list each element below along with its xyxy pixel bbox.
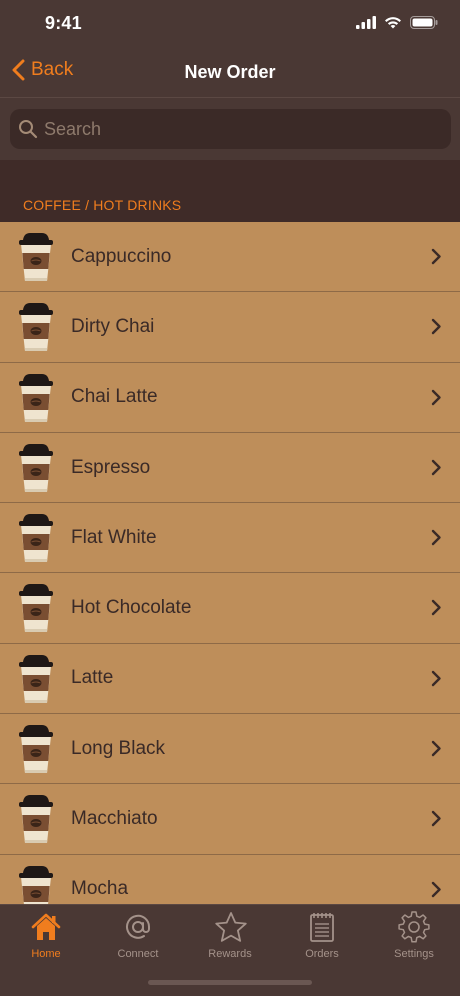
chevron-right-icon	[431, 389, 441, 405]
chevron-right-icon	[431, 248, 441, 265]
battery-icon	[410, 16, 438, 29]
home-indicator	[148, 980, 312, 985]
coffee-cup-icon	[19, 865, 53, 904]
search-container	[0, 99, 460, 160]
tab-home[interactable]: Home	[0, 909, 92, 967]
chevron-right-icon	[431, 740, 441, 757]
list-item-label: Dirty Chai	[71, 315, 155, 337]
coffee-cup-icon	[19, 795, 53, 844]
list-item[interactable]: Cappuccino	[0, 222, 460, 293]
coffee-cup-icon	[19, 233, 53, 281]
list-item-label: Espresso	[71, 456, 151, 478]
tab-settings-label: Settings	[394, 948, 434, 960]
tab-orders[interactable]: Orders	[276, 909, 368, 967]
list-item[interactable]: Espresso	[0, 433, 460, 504]
tab-rewards[interactable]: Rewards	[184, 909, 276, 967]
tab-connect-label: Connect	[117, 948, 159, 960]
list-item[interactable]: Chai Latte	[0, 363, 460, 433]
coffee-cup-icon	[19, 303, 53, 352]
chevron-right-icon	[431, 600, 441, 616]
section-header: COFFEE / HOT DRINKS	[0, 160, 460, 222]
tab-connect[interactable]: Connect	[92, 909, 184, 967]
list-item-label: Macchiato	[71, 808, 158, 830]
status-bar: 9:41	[0, 0, 460, 48]
list-item-label: Chai Latte	[71, 386, 158, 408]
wifi-icon	[385, 17, 401, 29]
tab-rewards-label: Rewards	[208, 948, 252, 960]
cellular-signal-icon	[356, 16, 376, 29]
list-item[interactable]: Latte	[0, 644, 460, 715]
list-item[interactable]: Long Black	[0, 714, 460, 785]
navigation-bar: Back New Order	[0, 48, 460, 98]
coffee-cup-icon	[19, 514, 53, 563]
list-item[interactable]: Mocha	[0, 855, 460, 904]
section-header-label: COFFEE / HOT DRINKS	[23, 197, 182, 213]
coffee-cup-icon	[19, 443, 53, 492]
star-icon	[215, 912, 247, 942]
tab-home-label: Home	[31, 948, 61, 960]
coffee-cup-icon	[19, 654, 53, 703]
list-item[interactable]: Dirty Chai	[0, 292, 460, 363]
chevron-right-icon	[431, 670, 441, 686]
list-item[interactable]: Flat White	[0, 503, 460, 574]
search-field[interactable]	[10, 109, 451, 149]
chevron-right-icon	[431, 319, 441, 335]
at-sign-icon	[126, 914, 151, 939]
status-time: 9:41	[45, 13, 82, 33]
coffee-cup-icon	[19, 725, 53, 774]
gear-icon	[398, 911, 430, 943]
chevron-right-icon	[431, 529, 441, 546]
coffee-cup-icon	[19, 584, 53, 633]
list-item-label: Latte	[71, 667, 114, 689]
notepad-icon	[310, 913, 334, 942]
search-icon	[19, 120, 38, 139]
chevron-right-icon	[431, 811, 441, 827]
coffee-cup-icon	[19, 373, 53, 422]
tab-settings[interactable]: Settings	[368, 909, 460, 967]
list-item-label: Cappuccino	[71, 245, 172, 267]
page-title: New Order	[184, 62, 276, 82]
list-item-label: Mocha	[71, 878, 129, 900]
status-icons	[356, 16, 438, 29]
chevron-right-icon	[431, 881, 441, 897]
list-item-label: Hot Chocolate	[71, 597, 192, 619]
list-item[interactable]: Hot Chocolate	[0, 573, 460, 644]
list-item-label: Flat White	[71, 526, 157, 548]
drinks-list: Cappuccino Dirty Chai Chai Latte Espress…	[0, 222, 460, 904]
chevron-right-icon	[431, 459, 441, 476]
search-input[interactable]	[44, 118, 424, 140]
list-item[interactable]: Macchiato	[0, 784, 460, 855]
list-item-label: Long Black	[71, 737, 166, 759]
tab-orders-label: Orders	[305, 948, 339, 960]
home-icon	[31, 913, 61, 940]
